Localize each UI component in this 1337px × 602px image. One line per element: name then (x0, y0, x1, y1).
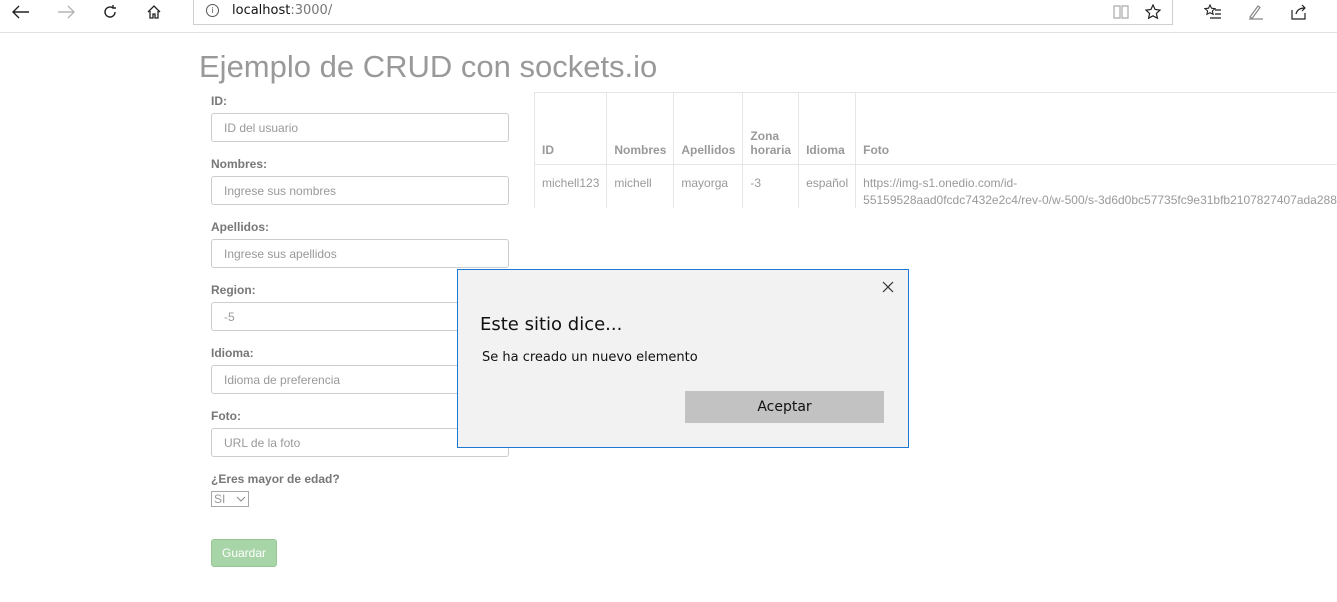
apellidos-label: Apellidos: (211, 220, 270, 234)
forward-arrow-icon[interactable] (51, 0, 81, 24)
col-header-zona: Zona horaria (742, 92, 800, 165)
id-input[interactable]: ID del usuario (211, 113, 509, 142)
favorites-list-icon[interactable] (1198, 0, 1228, 24)
users-table: ID Nombres Apellidos Zona horaria Idioma… (534, 92, 1337, 208)
idioma-label: Idioma: (211, 346, 254, 360)
share-icon[interactable] (1284, 0, 1314, 24)
col-header-nombres: Nombres (606, 92, 675, 165)
table-header-row: ID Nombres Apellidos Zona horaria Idioma… (534, 92, 1337, 165)
info-icon[interactable]: i (206, 4, 219, 17)
dialog-title: Este sitio dice... (480, 314, 623, 335)
address-url[interactable]: localhost:3000/ (232, 3, 332, 18)
cell-foto-line1: https://img-s1.onedio.com/id- (863, 176, 1018, 190)
back-arrow-icon[interactable] (6, 0, 36, 24)
chevron-down-icon (236, 492, 246, 509)
cell-idioma: español (798, 164, 857, 208)
nombres-input[interactable]: Ingrese sus nombres (211, 176, 509, 205)
col-header-idioma: Idioma (798, 92, 857, 165)
pen-icon[interactable] (1241, 0, 1271, 24)
cell-foto: https://img-s1.onedio.com/id- 55159528aa… (855, 164, 1337, 208)
save-button[interactable]: Guardar (211, 539, 277, 567)
mayor-edad-select[interactable]: SI (211, 491, 249, 507)
col-header-id: ID (534, 92, 608, 165)
col-header-apellidos: Apellidos (673, 92, 744, 165)
star-icon[interactable] (1141, 0, 1165, 24)
mayor-edad-label: ¿Eres mayor de edad? (211, 472, 340, 486)
region-label: Region: (211, 283, 256, 297)
foto-label: Foto: (211, 409, 241, 423)
address-port-path: :3000/ (290, 3, 333, 18)
cell-id: michell123 (534, 164, 608, 208)
accept-button[interactable]: Aceptar (685, 391, 884, 423)
id-label: ID: (211, 94, 227, 108)
home-icon[interactable] (139, 0, 169, 24)
page-title: Ejemplo de CRUD con sockets.io (199, 49, 658, 84)
nombres-label: Nombres: (211, 157, 268, 171)
dialog-message: Se ha creado un nuevo elemento (482, 350, 698, 365)
mayor-edad-selected: SI (214, 492, 226, 506)
address-host: localhost (232, 3, 291, 18)
reading-view-icon[interactable] (1109, 0, 1133, 24)
cell-zona: -3 (742, 164, 800, 208)
cell-nombres: michell (606, 164, 675, 208)
apellidos-input[interactable]: Ingrese sus apellidos (211, 239, 509, 268)
cell-apellidos: mayorga (673, 164, 744, 208)
close-icon[interactable] (882, 278, 894, 297)
address-bar[interactable]: i localhost:3000/ (193, 0, 1173, 25)
table-row: michell123 michell mayorga -3 español ht… (534, 164, 1337, 208)
browser-toolbar: i localhost:3000/ (0, 0, 1337, 33)
alert-dialog: Este sitio dice... Se ha creado un nuevo… (457, 269, 909, 448)
col-header-foto: Foto (855, 92, 1337, 165)
refresh-icon[interactable] (95, 0, 125, 24)
cell-foto-line2: 55159528aad0fcdc7432e2c4/rev-0/w-500/s-3… (863, 193, 1337, 207)
